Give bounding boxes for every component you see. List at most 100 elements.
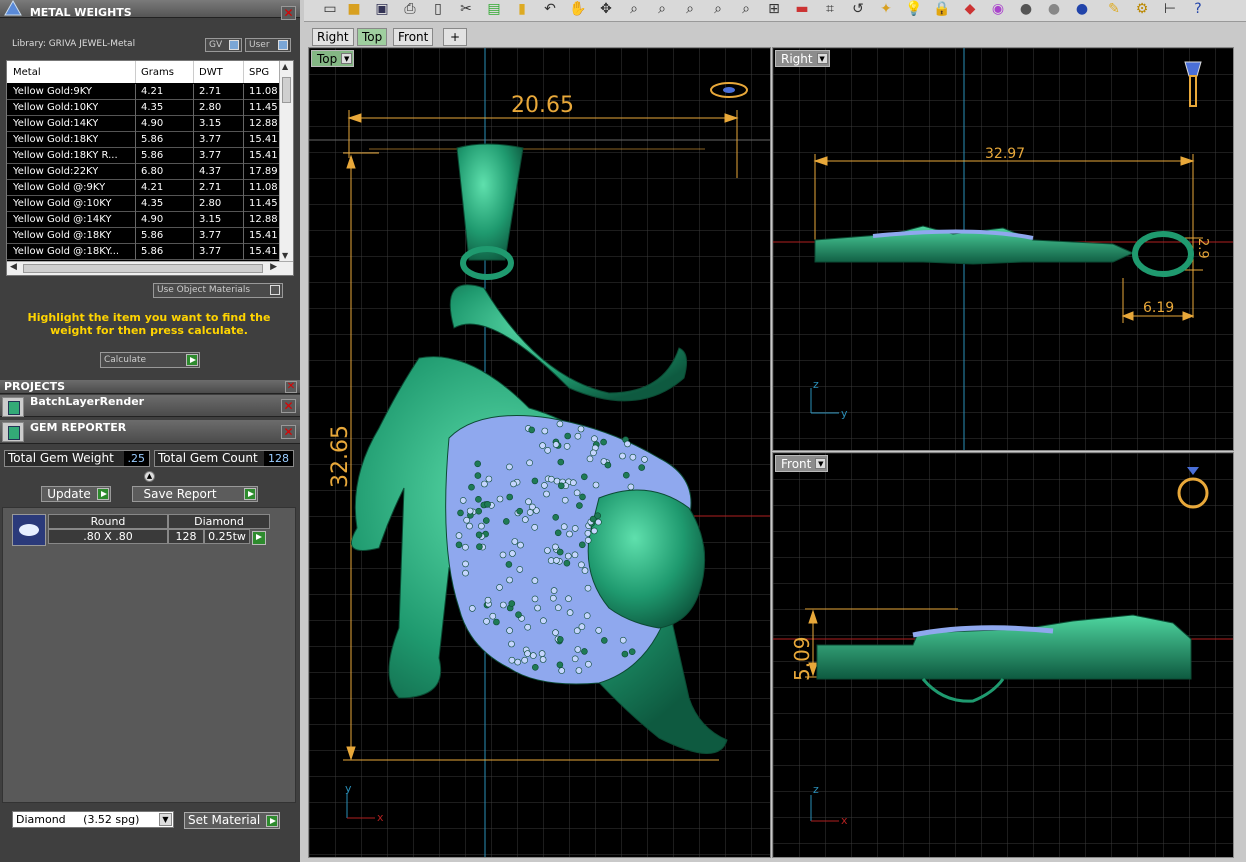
gem-reporter-icon[interactable] [2,422,24,442]
gem-shape: Round [48,514,168,529]
shaded-sphere-icon[interactable]: ● [1016,0,1036,18]
gem-row[interactable]: Round Diamond .80 X .80 128 0.25tw [48,514,270,546]
cut-icon[interactable]: ✂ [456,0,476,18]
gv-label: GV [209,40,223,50]
metal-table[interactable]: Metal Grams DWT SPG Yellow Gold:9KY 4.21 2… [6,60,294,276]
zoom-target-icon[interactable]: ⌕ [736,0,756,18]
rotate-view-icon[interactable]: ✥ [596,0,616,18]
open-folder-icon[interactable]: ■ [344,0,364,18]
help-icon[interactable]: ? [1188,0,1208,18]
close-projects-icon[interactable] [285,381,297,393]
print-icon[interactable]: ⎙ [400,0,420,18]
gem-dot [624,440,631,448]
batch-layer-render-icon[interactable] [2,397,24,417]
gem-dot [563,442,571,450]
tab-right[interactable]: Right [312,28,354,46]
front-viewport-label[interactable]: Front ▼ [775,455,829,472]
pan-hand-icon[interactable]: ✋ [568,0,588,18]
table-row[interactable]: Yellow Gold @:18KY... 5.86 3.77 15.41 [7,244,281,260]
four-view-icon[interactable]: ⊞ [764,0,784,18]
gem-go-icon[interactable] [252,531,266,545]
set-material-button[interactable]: Set Material [184,812,280,829]
col-dwt[interactable]: DWT [199,67,223,78]
undo-icon[interactable]: ↶ [540,0,560,18]
gem-dot [496,495,504,503]
top-viewport-label[interactable]: Top ▼ [311,50,355,67]
metal-horizontal-scrollbar[interactable]: ◀ ▶ [7,261,293,275]
lock-icon[interactable]: 🔒 [932,0,952,18]
table-row[interactable]: Yellow Gold @:9KY 4.21 2.71 11.08 [7,180,281,196]
render-sphere-icon[interactable]: ● [1072,0,1092,18]
table-row[interactable]: Yellow Gold @:18KY 5.86 3.77 15.41 [7,228,281,244]
cell-spg: 11.45 [249,198,278,209]
zoom-window-icon[interactable]: ⌕ [652,0,672,18]
update-button[interactable]: Update [41,486,111,502]
use-object-materials-toggle[interactable]: Use Object Materials [153,283,283,298]
layers-icon[interactable]: ◆ [960,0,980,18]
rendered-sphere-icon[interactable]: ● [1044,0,1064,18]
grid-snap-icon[interactable]: ⌗ [820,0,840,18]
save-report-go-icon [244,488,256,500]
calculate-button[interactable]: Calculate [100,352,200,368]
viewport-top[interactable]: 20.65 32.65 y x Top ▼ [308,47,771,858]
calculate-go-icon [186,354,198,366]
gem-dot [524,650,531,657]
light-icon[interactable]: ✎ [1104,0,1124,18]
table-row[interactable]: Yellow Gold @:14KY 4.90 3.15 12.88 [7,212,281,228]
gem-dot [578,623,586,631]
add-tab-icon[interactable]: + [443,28,467,46]
table-row[interactable]: Yellow Gold:9KY 4.21 2.71 11.08 [7,84,281,100]
scroll-left-icon[interactable]: ◀ [10,262,17,272]
table-row[interactable]: Yellow Gold @:10KY 4.35 2.80 11.45 [7,196,281,212]
material-select-value: Diamond (3.52 spg) [16,813,140,826]
settings-gear-icon[interactable]: ⚙ [1132,0,1152,18]
save-report-button[interactable]: Save Report [132,486,258,502]
gem-dot [622,471,630,479]
light-bulb-icon[interactable]: 💡 [904,0,924,18]
gem-dot [571,655,579,663]
gv-toggle[interactable]: GV [205,38,242,52]
zoom-icon[interactable]: ⌕ [624,0,644,18]
page-icon[interactable]: ▯ [428,0,448,18]
table-row[interactable]: Yellow Gold:14KY 4.90 3.15 12.88 [7,116,281,132]
gem-dot [506,493,513,501]
col-grams[interactable]: Grams [141,67,174,78]
col-spg[interactable]: SPG [249,67,269,78]
close-metal-weights-icon[interactable] [281,6,296,20]
save-icon[interactable]: ▣ [372,0,392,18]
zoom-extents-icon[interactable]: ⌕ [680,0,700,18]
cplane-icon[interactable]: ✦ [876,0,896,18]
car-icon[interactable]: ▬ [792,0,812,18]
metal-vertical-scrollbar[interactable]: ▲ ▼ [279,61,293,261]
close-gem-reporter-icon[interactable] [281,425,296,439]
copy-icon[interactable]: ▤ [484,0,504,18]
table-row[interactable]: Yellow Gold:18KY 5.86 3.77 15.41 [7,132,281,148]
color-wheel-icon[interactable]: ◉ [988,0,1008,18]
table-row[interactable]: Yellow Gold:10KY 4.35 2.80 11.45 [7,100,281,116]
scroll-up-icon[interactable]: ▲ [282,62,288,71]
user-label: User [249,40,270,50]
viewport-front[interactable]: 5.09 z x Front ▼ [772,452,1234,858]
new-file-icon[interactable]: ▭ [320,0,340,18]
paste-icon[interactable]: ▮ [512,0,532,18]
gem-dot [604,461,612,469]
scroll-down-icon[interactable]: ▼ [282,251,288,260]
zoom-selected-icon[interactable]: ⌕ [708,0,728,18]
round-diamond-icon [12,514,46,546]
gem-dot [506,463,513,471]
user-toggle[interactable]: User [245,38,291,52]
undo-view-icon[interactable]: ↺ [848,0,868,18]
material-select[interactable]: Diamond (3.52 spg) ▼ [12,811,174,828]
collapse-icon[interactable]: ▲ [144,471,155,482]
table-row[interactable]: Yellow Gold:22KY 6.80 4.37 17.89 [7,164,281,180]
right-viewport-label[interactable]: Right ▼ [775,50,830,67]
viewport-right[interactable]: 32.97 2.9 6.19 z y Right ▼ [772,47,1234,451]
table-row[interactable]: Yellow Gold:18KY R... 5.86 3.77 15.41 [7,148,281,164]
gem-dot [508,600,516,607]
col-metal[interactable]: Metal [13,67,41,78]
scroll-right-icon[interactable]: ▶ [270,262,277,272]
close-batch-layer-render-icon[interactable] [281,399,296,413]
tab-front[interactable]: Front [393,28,434,46]
dimension-icon[interactable]: ⊢ [1160,0,1180,18]
tab-top[interactable]: Top [357,28,388,46]
